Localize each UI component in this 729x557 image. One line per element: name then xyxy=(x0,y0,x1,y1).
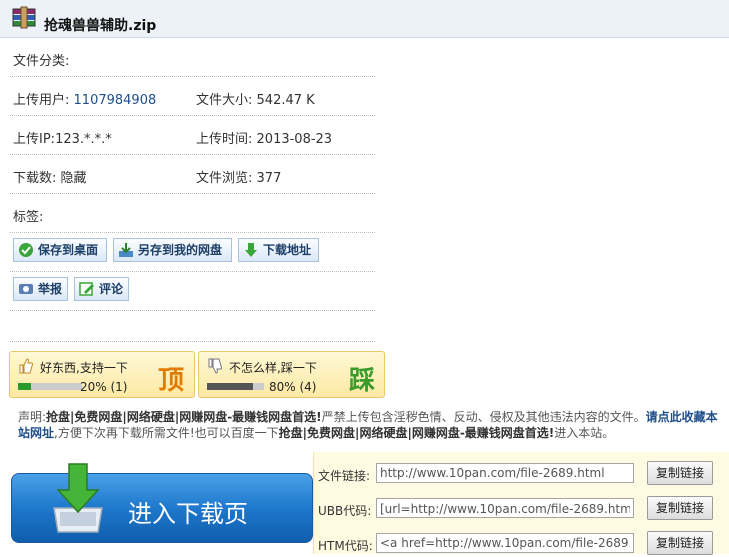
enter-download-page-button[interactable]: 进入下载页 xyxy=(11,463,313,543)
report-label: 举报 xyxy=(38,282,63,296)
vote-down-text: 不怎么样,踩一下 xyxy=(229,361,317,375)
ubb-label: UBB代码: xyxy=(318,504,372,518)
archive-icon xyxy=(12,6,44,32)
vote-down-big-label: 踩 xyxy=(349,366,376,396)
download-address-label: 下载地址 xyxy=(263,243,312,257)
download-box-icon xyxy=(50,462,106,536)
uploader-link[interactable]: 1107984908 xyxy=(74,93,157,108)
check-circle-icon xyxy=(18,242,34,258)
comment-button[interactable]: 评论 xyxy=(74,277,129,301)
save-to-netdisk-label: 另存到我的网盘 xyxy=(138,243,223,257)
report-button[interactable]: 举报 xyxy=(13,277,68,301)
netdisk-download-icon xyxy=(118,242,134,258)
downloads-value: 隐藏 xyxy=(60,171,87,186)
vote-down-box[interactable]: 不怎么样,踩一下 80% (4) 踩 xyxy=(198,351,385,398)
views-label: 文件浏览: xyxy=(196,171,253,186)
file-size-value: 542.47 K xyxy=(256,93,315,108)
uploader-label: 上传用户: xyxy=(13,93,70,108)
share-links-panel: 文件链接: 复制链接 UBB代码: 复制链接 HTM代码: 复制链接 xyxy=(313,452,729,555)
notice-site-name: 抢盘|免费网盘|网络硬盘|网赚网盘-最赚钱网盘首选! xyxy=(46,410,322,424)
ubb-input[interactable] xyxy=(376,498,634,518)
file-name: 抢魂兽兽辅助.zip xyxy=(44,18,157,34)
ip-row: 上传IP:123.*.*.* 上传时间: 2013-08-23 xyxy=(10,116,375,155)
report-flag-icon xyxy=(18,281,34,297)
uploader-row: 上传用户: 1107984908 文件大小: 542.47 K xyxy=(10,77,375,116)
vote-up-bar xyxy=(18,383,82,390)
copy-file-link-button[interactable]: 复制链接 xyxy=(647,461,713,485)
downloads-row: 下载数: 隐藏 文件浏览: 377 xyxy=(10,155,375,194)
upload-time-label: 上传时间: xyxy=(196,132,253,147)
vote-up-bar-fill xyxy=(18,383,31,390)
file-size-label: 文件大小: xyxy=(196,93,253,108)
tags-row: 标签: xyxy=(10,194,375,233)
save-to-netdisk-button[interactable]: 另存到我的网盘 xyxy=(113,238,232,262)
category-row: 文件分类: xyxy=(10,38,375,77)
copy-html-button[interactable]: 复制链接 xyxy=(647,531,713,555)
download-address-button[interactable]: 下载地址 xyxy=(238,238,319,262)
enter-download-page-label: 进入下载页 xyxy=(128,500,248,528)
copy-ubb-button[interactable]: 复制链接 xyxy=(647,496,713,520)
vote-up-percent: 20% (1) xyxy=(80,380,128,394)
thumbs-down-icon xyxy=(207,358,223,374)
down-arrow-icon xyxy=(243,242,259,258)
views-value: 377 xyxy=(256,171,282,186)
thumbs-up-icon xyxy=(18,358,34,374)
vote-up-text: 好东西,支持一下 xyxy=(40,361,128,375)
notice-baidu: 也可以百度一下 xyxy=(194,426,279,440)
spacer-row xyxy=(10,311,375,342)
comment-label: 评论 xyxy=(99,282,124,296)
tags-label: 标签: xyxy=(13,210,44,225)
file-link-input[interactable] xyxy=(376,463,634,483)
vote-down-bar-fill xyxy=(207,383,253,390)
notice-enter: 进入本站。 xyxy=(554,426,615,440)
downloads-label: 下载数: xyxy=(13,171,57,186)
vote-up-big-label: 顶 xyxy=(158,366,185,396)
upload-time-value: 2013-08-23 xyxy=(256,132,333,147)
html-label: HTM代码: xyxy=(318,539,373,553)
notice-convenience: ,方便下次再下载所需文件! xyxy=(54,426,195,440)
vote-down-bar xyxy=(207,383,264,390)
disclaimer-notice: 声明:抢盘|免费网盘|网络硬盘|网赚网盘-最赚钱网盘首选!严禁上传包含淫秽色情、… xyxy=(18,409,729,441)
file-link-label: 文件链接: xyxy=(318,469,371,483)
save-to-desktop-label: 保存到桌面 xyxy=(38,243,99,257)
edit-comment-icon xyxy=(79,281,95,297)
notice-prefix: 声明: xyxy=(18,410,47,424)
file-title-bar: 抢魂兽兽辅助.zip xyxy=(0,0,729,38)
upload-ip-label: 上传IP: xyxy=(13,132,56,147)
vote-up-box[interactable]: 好东西,支持一下 20% (1) 顶 xyxy=(9,351,195,398)
vote-down-percent: 80% (4) xyxy=(269,380,317,394)
notice-rules: 严禁上传包含淫秽色情、反动、侵权及其他违法内容的文件。 xyxy=(321,410,646,424)
upload-ip-value: 123.*.*.* xyxy=(55,132,112,147)
category-label: 文件分类: xyxy=(13,54,70,69)
notice-site-name-2: 抢盘|免费网盘|网络硬盘|网赚网盘-最赚钱网盘首选! xyxy=(278,426,555,440)
html-input[interactable] xyxy=(376,533,634,553)
save-to-desktop-button[interactable]: 保存到桌面 xyxy=(13,238,107,262)
